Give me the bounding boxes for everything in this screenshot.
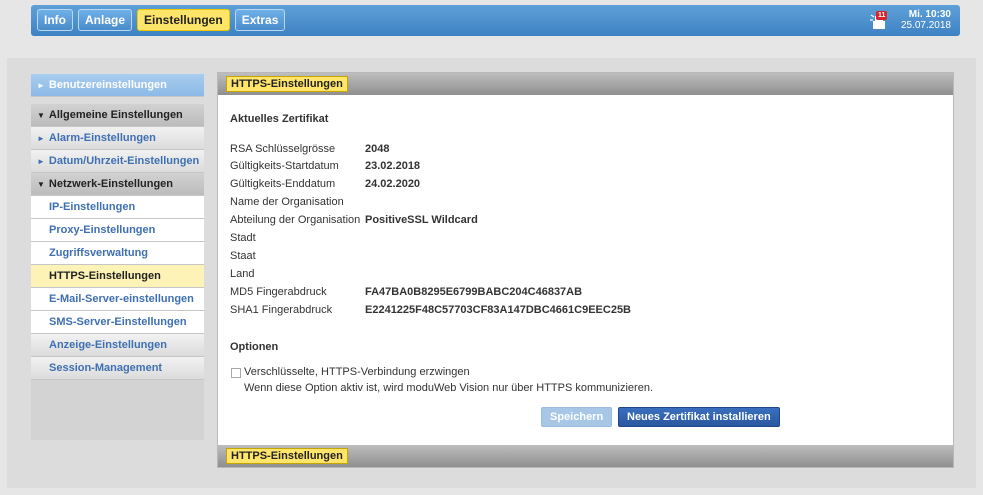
sidebar-item-network-settings[interactable]: ▼ Netzwerk-Einstellungen (31, 173, 204, 196)
cert-label: Abteilung der Organisation (230, 214, 361, 226)
force-https-label: Verschlüsselte, HTTPS-Verbindung erzwing… (244, 366, 470, 378)
sidebar-item-display[interactable]: Anzeige-Einstellungen (31, 334, 204, 357)
install-certificate-button[interactable]: Neues Zertifikat installieren (618, 407, 780, 427)
chevron-right-icon: ► (37, 134, 45, 143)
panel-footer-tag: HTTPS-Einstellungen (226, 448, 348, 464)
cert-label: Gültigkeits-Startdatum (230, 160, 339, 172)
sidebar-item-label: Datum/Uhrzeit-Einstellungen (48, 155, 200, 167)
sidebar-item-label: Allgemeine Einstellungen (48, 109, 183, 121)
chevron-right-icon: ► (37, 81, 45, 90)
panel-header: HTTPS-Einstellungen (218, 73, 953, 95)
sidebar-item-access[interactable]: Zugriffsverwaltung (31, 242, 204, 265)
cert-label: Staat (230, 250, 256, 262)
force-https-description: Wenn diese Option aktiv ist, wird moduWe… (244, 382, 654, 394)
nav-info[interactable]: Info (37, 9, 73, 31)
cert-value: 23.02.2018 (365, 160, 421, 172)
nav-anlage[interactable]: Anlage (78, 9, 133, 31)
cert-label: Gültigkeits-Enddatum (230, 178, 336, 190)
sidebar-item-ip[interactable]: IP-Einstellungen (31, 196, 204, 219)
sidebar: ► Benutzereinstellungen ▼ Allgemeine Einst… (31, 74, 204, 440)
chevron-down-icon: ▼ (37, 180, 45, 189)
chevron-down-icon: ▼ (37, 111, 45, 120)
current-certificate-title: Aktuelles Zertifikat (230, 113, 329, 125)
nav-einstellungen[interactable]: Einstellungen (137, 9, 230, 31)
force-https-checkbox[interactable] (231, 368, 241, 378)
cert-label: RSA Schlüsselgrösse (230, 143, 336, 155)
cert-label: Land (230, 268, 255, 280)
chevron-right-icon: ► (37, 157, 45, 166)
sidebar-item-datetime-settings[interactable]: ► Datum/Uhrzeit-Einstellungen (31, 150, 204, 173)
cert-value: FA47BA0B8295E6799BABC204C46837AB (365, 286, 583, 298)
options-title: Optionen (230, 341, 279, 353)
sidebar-item-label: Benutzereinstellungen (48, 79, 167, 91)
https-settings-panel: HTTPS-Einstellungen Aktuelles Zertifikat… (217, 72, 954, 468)
panel-header-tag: HTTPS-Einstellungen (226, 76, 348, 92)
date-label: 25.07.2018 (900, 20, 951, 31)
sidebar-item-sms-server[interactable]: SMS-Server-Einstellungen (31, 311, 204, 334)
nav-extras[interactable]: Extras (234, 9, 286, 31)
panel-body: Aktuelles Zertifikat RSA Schlüsselgrösse… (230, 95, 941, 445)
main-nav: Info Anlage Einstellungen Extras (37, 9, 286, 31)
sidebar-item-general-settings[interactable]: ▼ Allgemeine Einstellungen (31, 104, 204, 127)
sidebar-item-proxy[interactable]: Proxy-Einstellungen (31, 219, 204, 242)
sidebar-item-user-settings[interactable]: ► Benutzereinstellungen (31, 74, 204, 97)
sidebar-filler (31, 380, 204, 440)
cert-label: SHA1 Fingerabdruck (230, 304, 333, 316)
sidebar-item-label: Netzwerk-Einstellungen (48, 178, 173, 190)
sidebar-item-mail-server[interactable]: E-Mail-Server-einstellungen (31, 288, 204, 311)
cert-value: 2048 (365, 143, 390, 155)
cert-value: E2241225F48C57703CF83A147DBC4661C9EEC25B (365, 304, 632, 316)
save-button[interactable]: Speichern (541, 407, 613, 427)
time-label: Mi. 10:30 (908, 9, 951, 20)
cert-value: 24.02.2020 (365, 178, 421, 190)
sidebar-item-session[interactable]: Session-Management (31, 357, 204, 380)
cert-label: MD5 Fingerabdruck (230, 286, 327, 298)
cert-label: Name der Organisation (230, 196, 344, 208)
cert-value: PositiveSSL Wildcard (365, 214, 478, 226)
sidebar-item-alarm-settings[interactable]: ► Alarm-Einstellungen (31, 127, 204, 150)
sidebar-item-https[interactable]: HTTPS-Einstellungen (31, 265, 204, 288)
datetime-display: Mi. 10:30 25.07.2018 (901, 9, 951, 31)
sidebar-item-label: Alarm-Einstellungen (48, 132, 156, 144)
cert-label: Stadt (230, 232, 256, 244)
top-navigation-bar: Info Anlage Einstellungen Extras 11 Mi. … (31, 5, 960, 36)
panel-footer: HTTPS-Einstellungen (218, 445, 953, 467)
alarm-count-badge: 11 (876, 11, 888, 20)
